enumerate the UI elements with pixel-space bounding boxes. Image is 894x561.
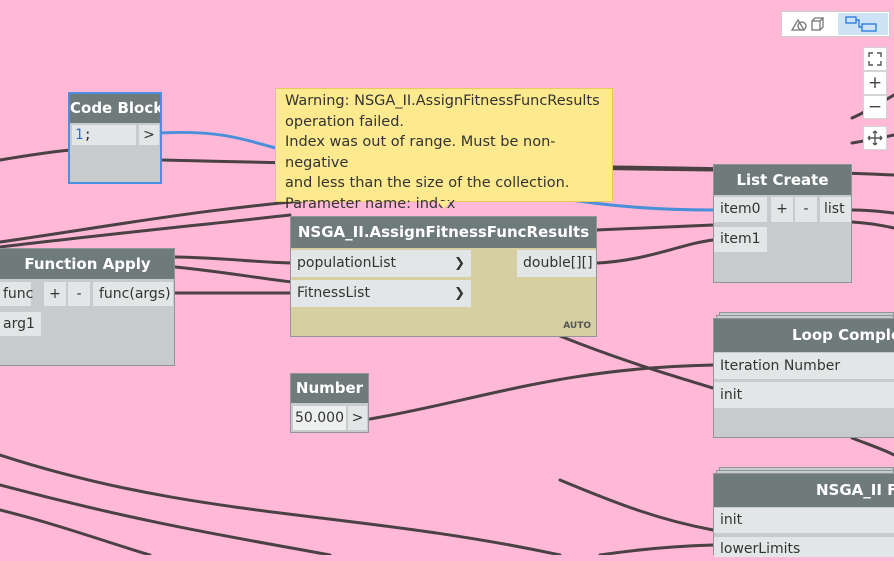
- warning-line: and less than the size of the collection…: [285, 175, 570, 192]
- warning-pointer: [437, 201, 451, 209]
- view-toggle: [781, 11, 890, 37]
- port-label: populationList: [297, 255, 396, 271]
- input-port-lower-limits[interactable]: lowerLimits: [714, 537, 894, 557]
- wire[interactable]: [596, 238, 715, 265]
- input-port-population-list[interactable]: populationList ❯: [291, 250, 471, 277]
- node-title: Code Block: [70, 94, 160, 123]
- warning-line: Index was out of range. Must be non-nega…: [285, 134, 556, 171]
- zoom-in-button[interactable]: +: [863, 71, 887, 95]
- wire[interactable]: [558, 478, 715, 532]
- number-input[interactable]: 50.000: [293, 406, 346, 430]
- code-editor[interactable]: 1;: [72, 125, 136, 145]
- nsga-function-node[interactable]: NSGA_II Fu init lowerLimits: [713, 473, 894, 557]
- chevron-right-icon: ❯: [454, 256, 465, 271]
- remove-input-button[interactable]: -: [795, 197, 817, 222]
- input-port-item1[interactable]: item1: [714, 227, 767, 252]
- warning-line: Warning: NSGA_II.AssignFitnessFuncResult…: [285, 93, 600, 109]
- wire[interactable]: [173, 265, 294, 284]
- add-input-button[interactable]: +: [44, 282, 66, 306]
- port-label: FitnessList: [297, 285, 370, 301]
- input-port-item0[interactable]: item0: [714, 197, 767, 222]
- wire[interactable]: [0, 148, 72, 162]
- zoom-out-button[interactable]: −: [863, 95, 887, 119]
- node-title: NSGA_II.AssignFitnessFuncResults: [291, 217, 596, 248]
- function-apply-node[interactable]: Function Apply func + - func(args) arg1: [0, 248, 175, 366]
- output-port-list[interactable]: list: [820, 197, 851, 222]
- input-port-init[interactable]: init: [714, 508, 894, 533]
- input-port-arg1[interactable]: arg1: [0, 312, 41, 336]
- node-title: List Create: [714, 165, 851, 195]
- wire[interactable]: [850, 220, 894, 230]
- geometry-view-icon[interactable]: [784, 14, 834, 34]
- node-title: Number: [291, 374, 368, 403]
- wire[interactable]: [173, 255, 294, 265]
- add-input-button[interactable]: +: [771, 197, 793, 222]
- code-output-port[interactable]: >: [139, 125, 159, 145]
- node-title: NSGA_II Fu: [714, 474, 894, 507]
- list-create-node[interactable]: List Create item0 + - list item1: [713, 164, 852, 283]
- code-block-node[interactable]: Code Block 1; >: [68, 92, 162, 184]
- wire[interactable]: [594, 223, 715, 232]
- wire[interactable]: [850, 208, 894, 215]
- input-port-init[interactable]: init: [714, 382, 894, 408]
- assign-fitness-node[interactable]: NSGA_II.AssignFitnessFuncResults populat…: [290, 216, 597, 337]
- node-title: Function Apply: [0, 249, 174, 279]
- lacing-indicator: AUTO: [563, 321, 591, 331]
- output-port-double-array[interactable]: double[][]: [517, 250, 596, 277]
- remove-input-button[interactable]: -: [68, 282, 90, 306]
- output-port-func-args[interactable]: func(args): [93, 282, 173, 306]
- input-port-iteration-number[interactable]: Iteration Number: [714, 353, 894, 379]
- wire[interactable]: [598, 543, 715, 555]
- input-port-fitness-list[interactable]: FitnessList ❯: [291, 280, 471, 307]
- warning-tooltip: Warning: NSGA_II.AssignFitnessFuncResult…: [275, 88, 613, 212]
- number-node[interactable]: Number 50.000 >: [290, 373, 369, 433]
- wire[interactable]: [558, 334, 715, 390]
- pan-icon[interactable]: [863, 126, 887, 150]
- input-port-func[interactable]: func: [0, 282, 33, 306]
- node-title: Loop Complet: [714, 319, 894, 352]
- warning-line: operation failed.: [285, 113, 405, 130]
- zoom-to-fit-icon[interactable]: [863, 47, 887, 71]
- wire[interactable]: [850, 436, 894, 457]
- chevron-right-icon: ❯: [454, 286, 465, 301]
- code-semicolon: ;: [83, 127, 92, 143]
- graph-view-icon[interactable]: [838, 13, 888, 35]
- loop-completion-node[interactable]: Loop Complet Iteration Number init: [713, 318, 894, 438]
- number-output-port[interactable]: >: [348, 406, 367, 430]
